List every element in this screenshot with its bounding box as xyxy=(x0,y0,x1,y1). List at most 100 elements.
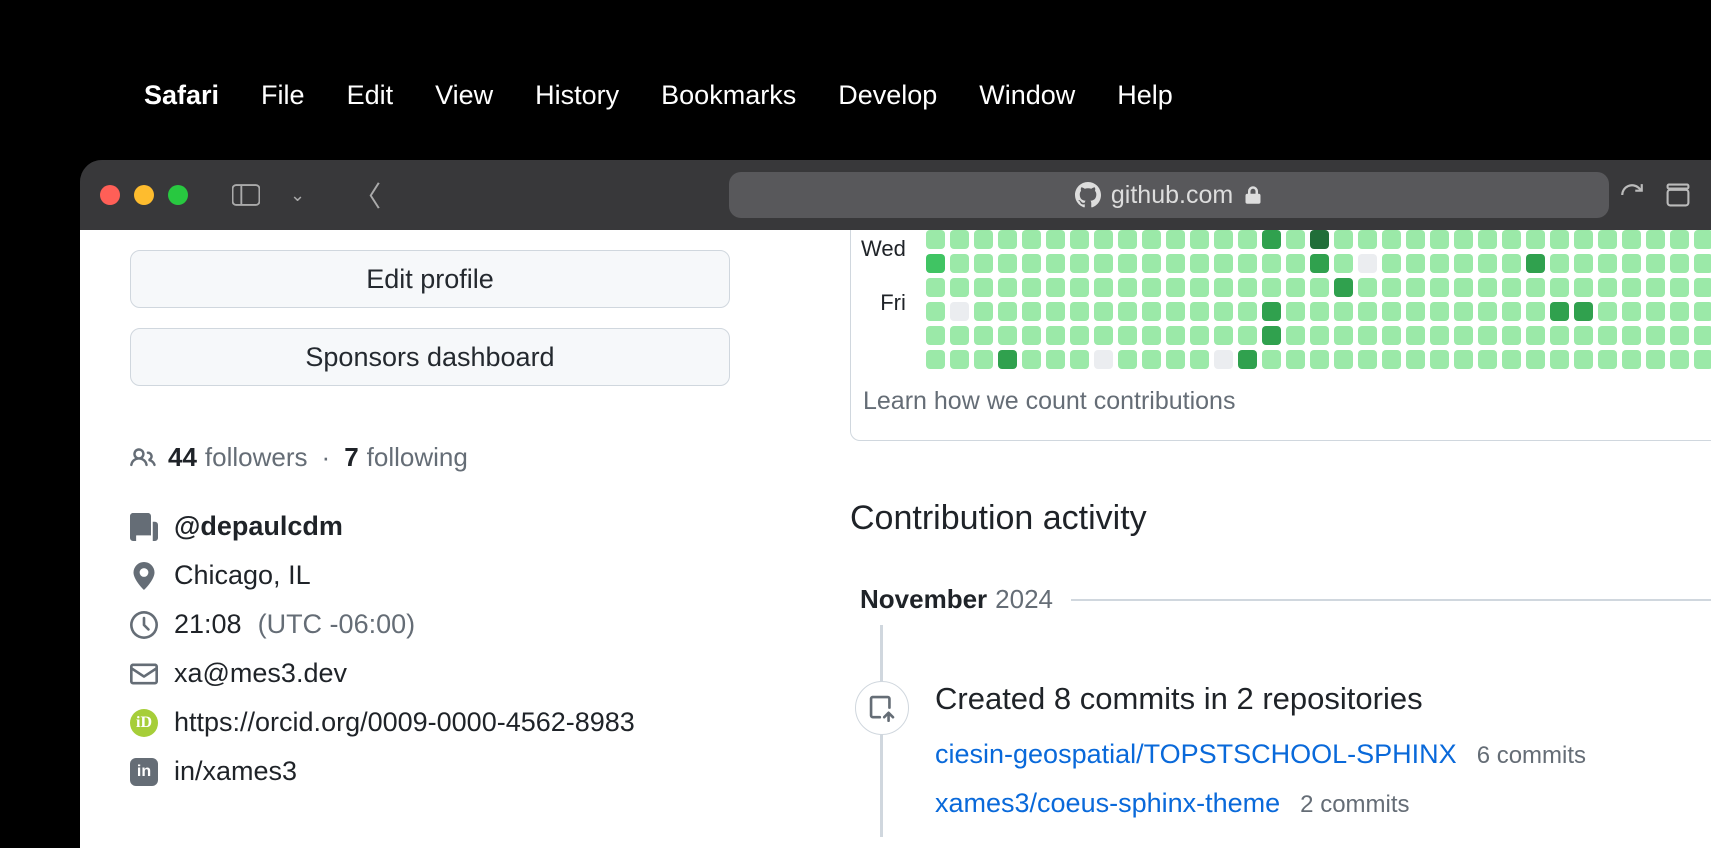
menu-develop[interactable]: Develop xyxy=(838,80,937,111)
contribution-cell[interactable] xyxy=(1214,302,1233,321)
contribution-cell[interactable] xyxy=(1118,350,1137,369)
sidebar-toggle-button[interactable] xyxy=(220,178,272,212)
contribution-cell[interactable] xyxy=(1550,278,1569,297)
contribution-cell[interactable] xyxy=(1022,254,1041,273)
contribution-cell[interactable] xyxy=(1310,326,1329,345)
contribution-cell[interactable] xyxy=(998,278,1017,297)
back-button[interactable]: 〈 xyxy=(323,175,399,215)
contribution-cell[interactable] xyxy=(974,350,993,369)
contribution-cell[interactable] xyxy=(1310,230,1329,249)
contribution-cell[interactable] xyxy=(1694,254,1711,273)
contribution-cell[interactable] xyxy=(1214,254,1233,273)
contribution-cell[interactable] xyxy=(1214,326,1233,345)
contribution-cell[interactable] xyxy=(1070,230,1089,249)
learn-contributions-link[interactable]: Learn how we count contributions xyxy=(863,387,1711,416)
contribution-cell[interactable] xyxy=(1646,254,1665,273)
contribution-cell[interactable] xyxy=(1214,278,1233,297)
contribution-cell[interactable] xyxy=(1358,254,1377,273)
contribution-cell[interactable] xyxy=(1478,230,1497,249)
contribution-cell[interactable] xyxy=(974,326,993,345)
contribution-cell[interactable] xyxy=(1646,302,1665,321)
contribution-cell[interactable] xyxy=(1358,302,1377,321)
contribution-cell[interactable] xyxy=(1238,326,1257,345)
contribution-cell[interactable] xyxy=(1454,326,1473,345)
contribution-cell[interactable] xyxy=(1382,350,1401,369)
contribution-cell[interactable] xyxy=(1166,302,1185,321)
contribution-cell[interactable] xyxy=(1406,278,1425,297)
contribution-cell[interactable] xyxy=(1190,278,1209,297)
contribution-cell[interactable] xyxy=(1310,254,1329,273)
contribution-cell[interactable] xyxy=(1454,230,1473,249)
contribution-cell[interactable] xyxy=(1574,326,1593,345)
contribution-cell[interactable] xyxy=(1574,350,1593,369)
contribution-cell[interactable] xyxy=(1142,278,1161,297)
contribution-cell[interactable] xyxy=(1406,254,1425,273)
contribution-cell[interactable] xyxy=(1118,326,1137,345)
contribution-cell[interactable] xyxy=(1430,350,1449,369)
contribution-cell[interactable] xyxy=(1550,254,1569,273)
contribution-cell[interactable] xyxy=(1190,302,1209,321)
contribution-cell[interactable] xyxy=(998,350,1017,369)
contribution-cell[interactable] xyxy=(1382,230,1401,249)
reload-icon[interactable] xyxy=(1619,182,1645,208)
contribution-cell[interactable] xyxy=(1046,302,1065,321)
contribution-cell[interactable] xyxy=(1406,350,1425,369)
contribution-cell[interactable] xyxy=(950,278,969,297)
contribution-cell[interactable] xyxy=(1214,230,1233,249)
contribution-cell[interactable] xyxy=(1670,350,1689,369)
contribution-cell[interactable] xyxy=(1478,326,1497,345)
contribution-cell[interactable] xyxy=(998,254,1017,273)
contribution-cell[interactable] xyxy=(1598,302,1617,321)
contribution-cell[interactable] xyxy=(1190,350,1209,369)
contribution-cell[interactable] xyxy=(974,302,993,321)
repo-link[interactable]: xames3/coeus-sphinx-theme xyxy=(935,788,1280,819)
contribution-cell[interactable] xyxy=(1598,350,1617,369)
contribution-cell[interactable] xyxy=(1046,278,1065,297)
contribution-cell[interactable] xyxy=(1694,326,1711,345)
contribution-cell[interactable] xyxy=(1550,350,1569,369)
contribution-cell[interactable] xyxy=(1286,230,1305,249)
contribution-cell[interactable] xyxy=(1646,350,1665,369)
contribution-cell[interactable] xyxy=(950,350,969,369)
contribution-cell[interactable] xyxy=(1574,230,1593,249)
contribution-cell[interactable] xyxy=(1454,254,1473,273)
contribution-cell[interactable] xyxy=(1430,230,1449,249)
contribution-cell[interactable] xyxy=(1238,230,1257,249)
contribution-cell[interactable] xyxy=(974,254,993,273)
menu-edit[interactable]: Edit xyxy=(347,80,394,111)
contribution-cell[interactable] xyxy=(1550,230,1569,249)
contribution-cell[interactable] xyxy=(1478,302,1497,321)
menu-window[interactable]: Window xyxy=(979,80,1075,111)
contribution-cell[interactable] xyxy=(1166,278,1185,297)
contribution-cell[interactable] xyxy=(1358,230,1377,249)
contribution-cell[interactable] xyxy=(1334,278,1353,297)
contribution-cell[interactable] xyxy=(1406,230,1425,249)
contribution-cell[interactable] xyxy=(1430,302,1449,321)
contribution-cell[interactable] xyxy=(1694,230,1711,249)
contribution-cell[interactable] xyxy=(1238,278,1257,297)
contribution-cell[interactable] xyxy=(1094,326,1113,345)
edit-profile-button[interactable]: Edit profile xyxy=(130,250,730,308)
contribution-cell[interactable] xyxy=(926,350,945,369)
contribution-cell[interactable] xyxy=(926,278,945,297)
contribution-cell[interactable] xyxy=(1310,350,1329,369)
contribution-cell[interactable] xyxy=(1622,278,1641,297)
menu-view[interactable]: View xyxy=(435,80,493,111)
contribution-cell[interactable] xyxy=(1286,254,1305,273)
contribution-cell[interactable] xyxy=(1670,278,1689,297)
close-window-button[interactable] xyxy=(100,185,120,205)
contribution-cell[interactable] xyxy=(1022,326,1041,345)
contribution-cell[interactable] xyxy=(1574,302,1593,321)
contribution-cell[interactable] xyxy=(1166,254,1185,273)
contribution-cell[interactable] xyxy=(1238,350,1257,369)
contribution-cell[interactable] xyxy=(1358,350,1377,369)
contribution-cell[interactable] xyxy=(1022,230,1041,249)
maximize-window-button[interactable] xyxy=(168,185,188,205)
contribution-cell[interactable] xyxy=(1382,254,1401,273)
contribution-cell[interactable] xyxy=(1382,278,1401,297)
contribution-cell[interactable] xyxy=(1262,326,1281,345)
contribution-cell[interactable] xyxy=(1022,302,1041,321)
contribution-cell[interactable] xyxy=(1118,278,1137,297)
contribution-cell[interactable] xyxy=(1670,302,1689,321)
contribution-cell[interactable] xyxy=(926,230,945,249)
